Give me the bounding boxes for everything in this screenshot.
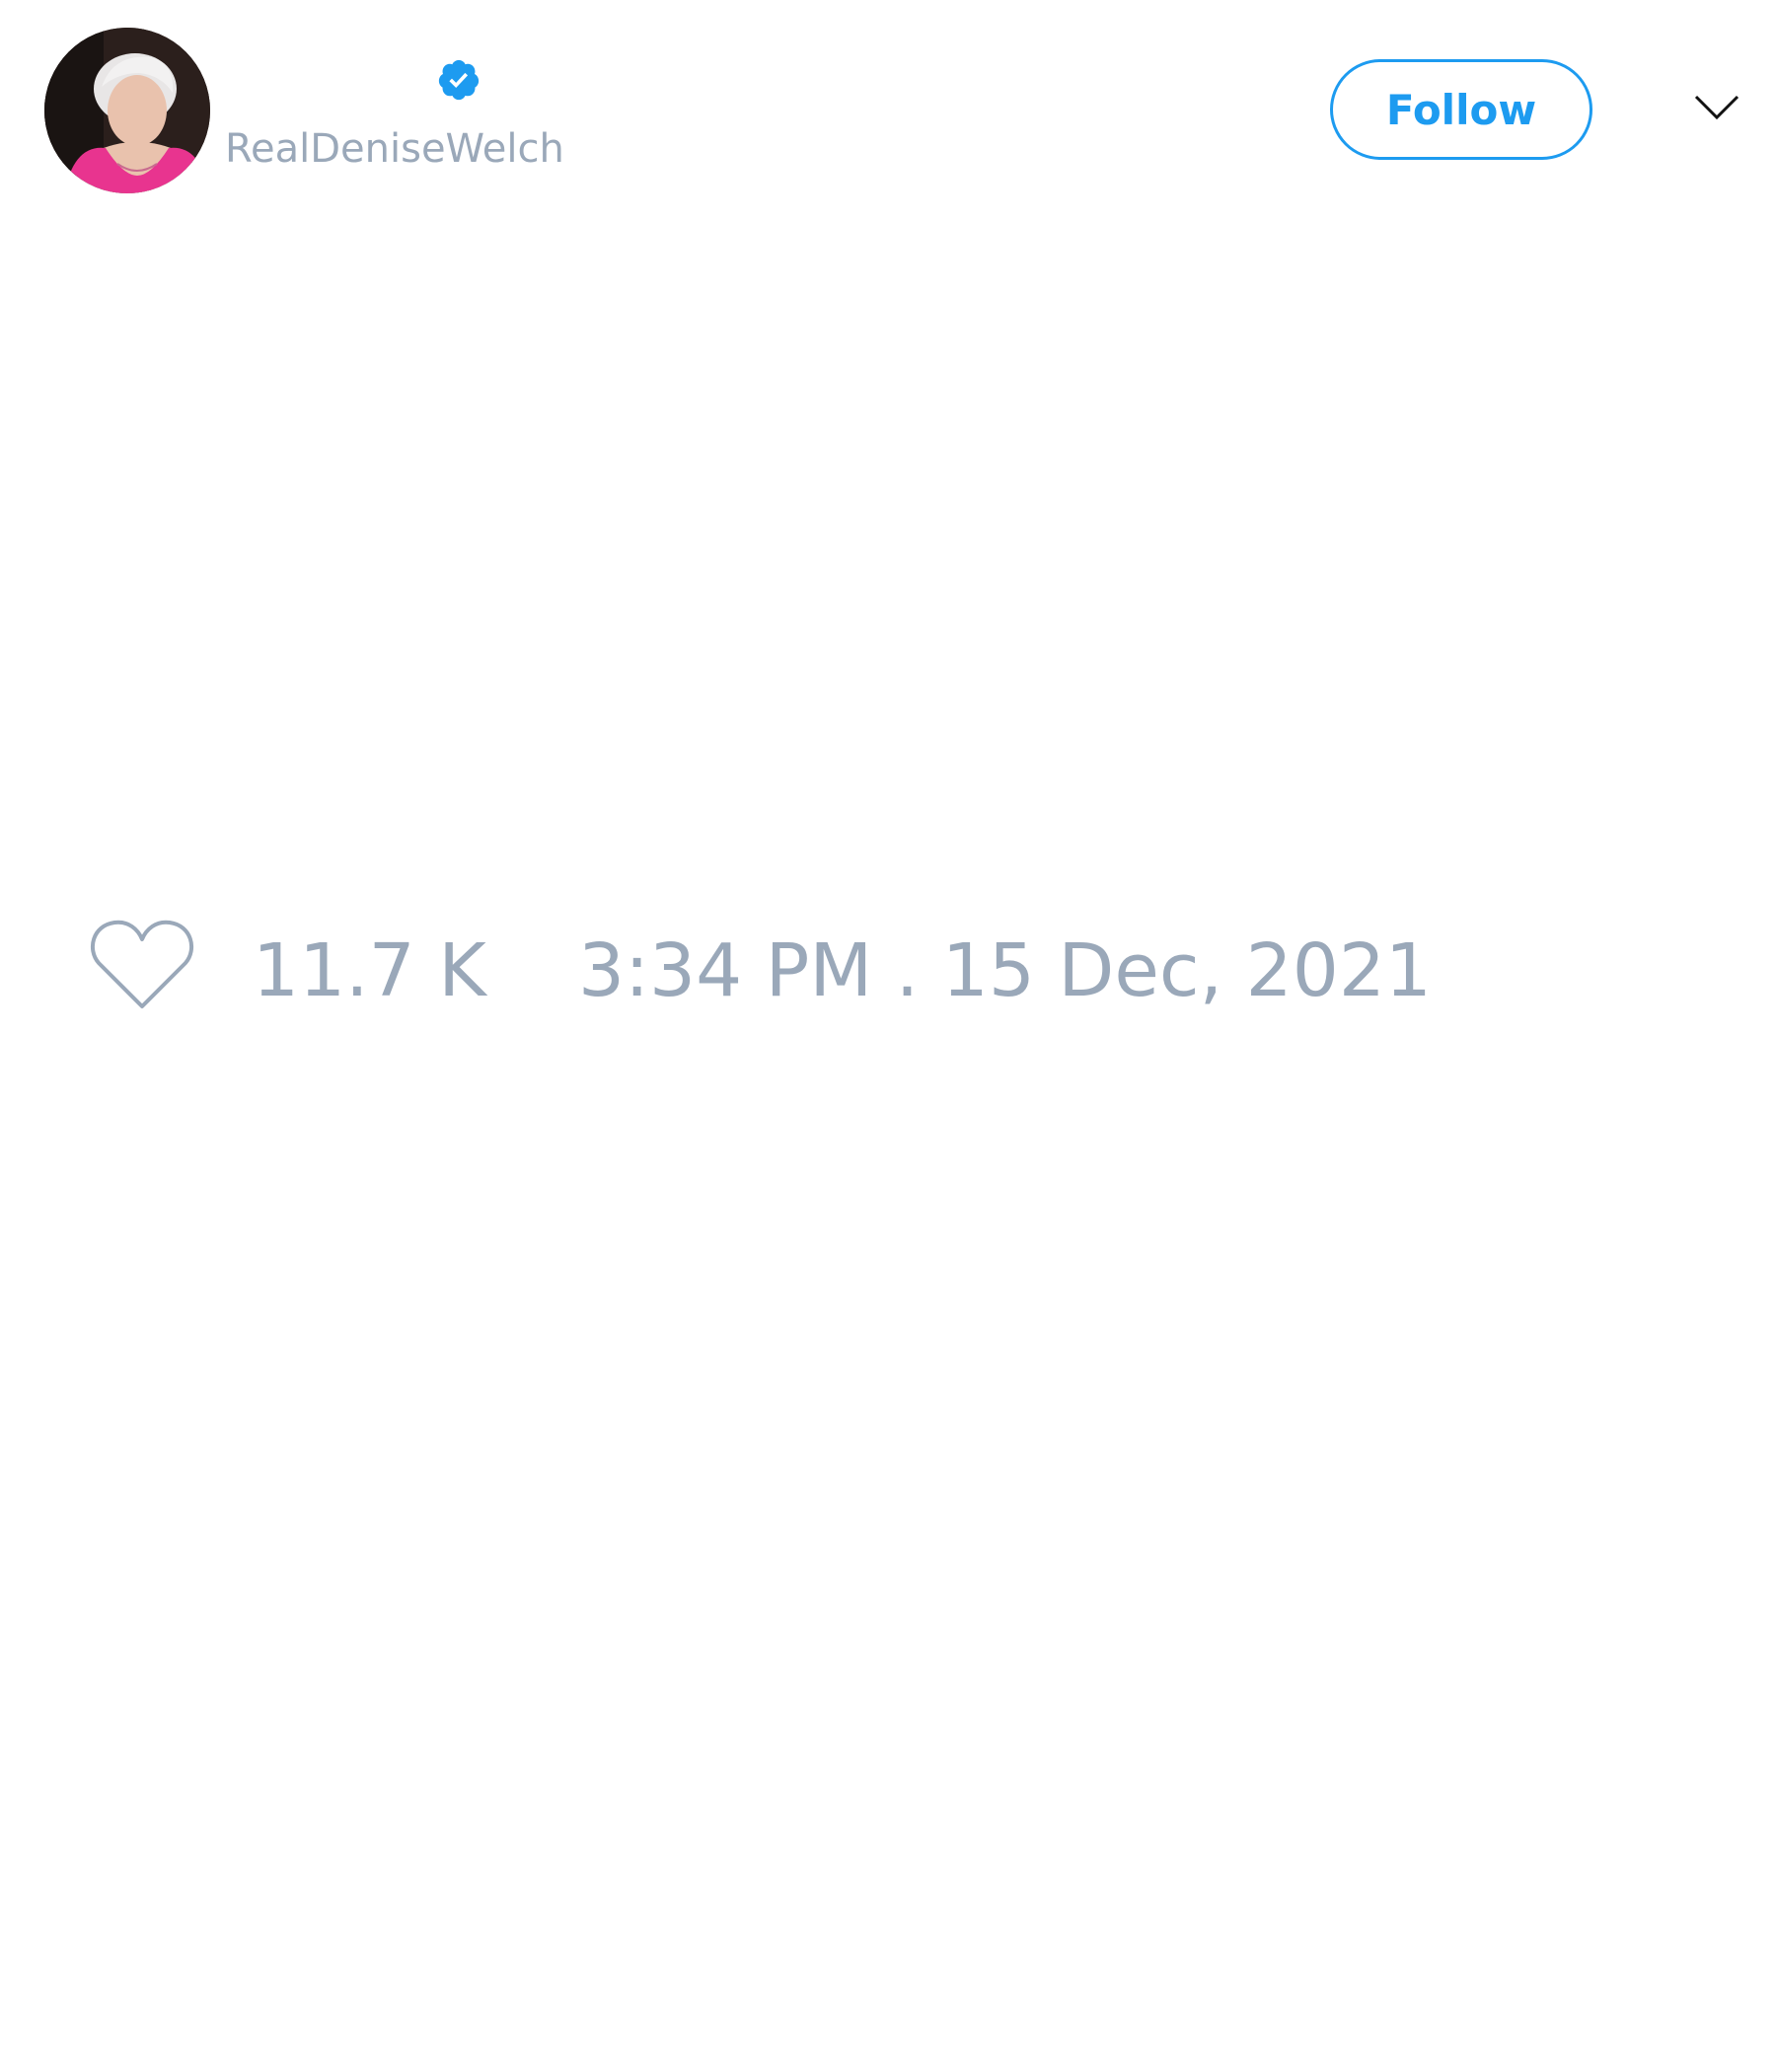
user-handle[interactable]: RealDeniseWelch <box>225 125 564 173</box>
heart-icon[interactable] <box>89 918 195 1012</box>
verified-badge-icon <box>438 59 480 101</box>
follow-button[interactable]: Follow <box>1330 59 1592 160</box>
like-count: 11.7 K <box>253 928 486 1013</box>
tweet-footer: 11.7 K 3:34 PM . 15 Dec, 2021 <box>89 918 1667 1016</box>
chevron-down-icon[interactable] <box>1693 91 1740 122</box>
avatar[interactable] <box>44 28 210 193</box>
tweet-timestamp[interactable]: 3:34 PM . 15 Dec, 2021 <box>578 929 1432 1012</box>
avatar-photo <box>44 28 210 193</box>
